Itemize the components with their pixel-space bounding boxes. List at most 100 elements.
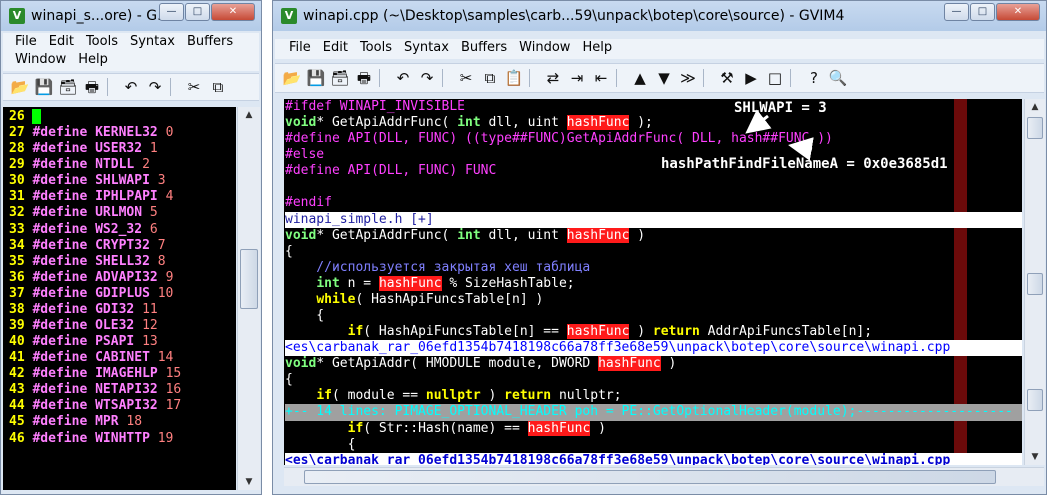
minimize-button[interactable]: — (944, 3, 969, 21)
scroll-down-arrow-icon[interactable]: ▼ (1025, 449, 1045, 465)
scroll-up-arrow-icon[interactable]: ▲ (1025, 99, 1045, 115)
macro-value: 15 (165, 366, 182, 382)
load-session-icon[interactable]: ▲ (629, 67, 651, 89)
macro-value: 8 (157, 253, 166, 269)
status-line-split[interactable]: winapi_simple.h [+] (285, 211, 1022, 228)
copy-icon[interactable]: ⧉ (207, 76, 229, 98)
copy-icon[interactable]: ⧉ (479, 67, 501, 89)
menu-buffers[interactable]: Buffers (455, 39, 513, 57)
code-line: 42 #define IMAGEHLP 15 (9, 366, 236, 382)
make-icon[interactable]: ⚒ (716, 67, 738, 89)
menu-syntax[interactable]: Syntax (124, 33, 181, 51)
left-editor-pane[interactable]: 26 27 #define KERNEL32 0 28 #define USER… (3, 107, 236, 490)
menu-help[interactable]: Help (72, 51, 114, 69)
macro-name: KERNEL32 (95, 125, 158, 141)
right-toolbar: 📂 💾 🗃 🖶 ↶ ↷ ✂ ⧉ 📋 ⇄ ⇥ ⇤ ▲ ▼ ≫ ⚒ ▶ □ ? 🔍 (275, 63, 1044, 93)
print-icon[interactable]: 🖶 (81, 76, 103, 98)
define-keyword: #define (32, 285, 88, 301)
cut-icon[interactable]: ✂ (183, 76, 205, 98)
undo-icon[interactable]: ↶ (392, 67, 414, 89)
code-text: void (285, 115, 317, 131)
code-line: 32 #define URLMON 5 (9, 205, 236, 221)
find-prev-icon[interactable]: ⇤ (590, 67, 612, 89)
save-session-icon[interactable]: ▼ (653, 67, 675, 89)
run-script-icon[interactable]: ≫ (677, 67, 699, 89)
annotation-shlwapi: SHLWAPI = 3 (734, 100, 827, 116)
scroll-up-arrow-icon[interactable]: ▲ (238, 107, 260, 123)
folded-lines[interactable]: +-- 14 lines: PIMAGE_OPTIONAL_HEADER poh… (285, 404, 1022, 421)
menu-edit[interactable]: Edit (317, 39, 354, 57)
code-line: 43 #define NETAPI32 16 (9, 382, 236, 398)
code-text: ( HashApiFuncsTable[n] ) (355, 291, 544, 307)
scrollbar-thumb-bottom[interactable] (1027, 389, 1043, 411)
maximize-button[interactable]: □ (970, 3, 995, 21)
menu-file[interactable]: File (9, 33, 43, 51)
horizontal-scrollbar-thumb[interactable] (304, 470, 996, 484)
status-text: winapi_simple.h [+] (285, 211, 434, 227)
minimize-button[interactable]: — (159, 3, 184, 21)
save-icon[interactable]: 💾 (305, 67, 327, 89)
open-icon[interactable]: 📂 (9, 76, 31, 98)
save-icon[interactable]: 💾 (33, 76, 55, 98)
menu-window[interactable]: Window (513, 39, 576, 57)
menu-tools[interactable]: Tools (80, 33, 124, 51)
define-keyword: #define (32, 430, 88, 446)
find-help-icon[interactable]: 🔍 (827, 67, 849, 89)
paste-icon[interactable]: 📋 (503, 67, 525, 89)
code-text: nullptr (425, 388, 481, 404)
save-all-icon[interactable]: 🗃 (57, 76, 79, 98)
line-number: 46 (9, 430, 25, 446)
maximize-button[interactable]: □ (185, 3, 210, 21)
macro-name: CRYPT32 (95, 237, 150, 253)
replace-icon[interactable]: ⇄ (542, 67, 564, 89)
menu-buffers[interactable]: Buffers (181, 33, 239, 51)
macro-name: OLE32 (95, 318, 135, 334)
tags-icon[interactable]: □ (764, 67, 786, 89)
search-highlight: hashFunc (566, 324, 630, 340)
menu-tools[interactable]: Tools (354, 39, 398, 57)
help-icon[interactable]: ? (803, 67, 825, 89)
macro-value: 19 (157, 430, 174, 446)
menu-file[interactable]: File (283, 39, 317, 57)
define-keyword: #define (32, 157, 88, 173)
menu-help[interactable]: Help (576, 39, 618, 57)
redo-icon[interactable]: ↷ (416, 67, 438, 89)
menu-edit[interactable]: Edit (43, 33, 80, 51)
menu-syntax[interactable]: Syntax (398, 39, 455, 57)
close-button[interactable]: ✕ (996, 3, 1040, 21)
scrollbar-thumb-lower[interactable] (1027, 273, 1043, 295)
right-editor-pane[interactable]: #ifdef WINAPI_INVISIBLE void* GetApiAddr… (284, 99, 1022, 465)
close-button[interactable]: ✕ (211, 3, 255, 21)
left-title-bar[interactable]: V winapi_s...ore) - G... — □ ✕ (1, 1, 261, 31)
cut-icon[interactable]: ✂ (455, 67, 477, 89)
redo-icon[interactable]: ↷ (144, 76, 166, 98)
macro-name: ADVAPI32 (95, 269, 158, 285)
shell-icon[interactable]: ▶ (740, 67, 762, 89)
macro-name: URLMON (95, 205, 143, 221)
scrollbar-thumb[interactable] (1027, 117, 1043, 139)
right-vertical-scrollbar[interactable]: ▲ ▼ (1024, 99, 1045, 465)
code-line: 31 #define IPHLPAPI 4 (9, 189, 236, 205)
line-number: 30 (9, 173, 25, 189)
scroll-down-arrow-icon[interactable]: ▼ (238, 474, 260, 490)
code-text: ( module == (331, 388, 426, 404)
code-text: { (285, 308, 325, 324)
status-line-split[interactable]: <es\carbanak_rar_06efd1354b7418198c66a78… (285, 340, 1022, 357)
save-all-icon[interactable]: 🗃 (329, 67, 351, 89)
right-horizontal-scrollbar[interactable] (284, 467, 1044, 486)
print-icon[interactable]: 🖶 (353, 67, 375, 89)
left-menu-bar: File Edit Tools Syntax Buffers Window Help (3, 33, 259, 71)
status-line-active[interactable]: <es\carbanak_rar_06efd1354b7418198c66a78… (285, 452, 1022, 465)
undo-icon[interactable]: ↶ (120, 76, 142, 98)
right-title-bar[interactable]: V winapi.cpp (~\Desktop\samples\carb...5… (273, 1, 1046, 31)
menu-window[interactable]: Window (9, 51, 72, 69)
define-keyword: #define (32, 334, 88, 350)
find-next-icon[interactable]: ⇥ (566, 67, 588, 89)
annotation-hash: hashPathFindFileNameA = 0x0e3685d1 (661, 156, 948, 172)
open-icon[interactable]: 📂 (281, 67, 303, 89)
scrollbar-thumb[interactable] (240, 249, 258, 309)
code-line: { (285, 437, 1022, 453)
left-vertical-scrollbar[interactable]: ▲ ▼ (237, 107, 260, 490)
toolbar-separator (790, 69, 799, 87)
